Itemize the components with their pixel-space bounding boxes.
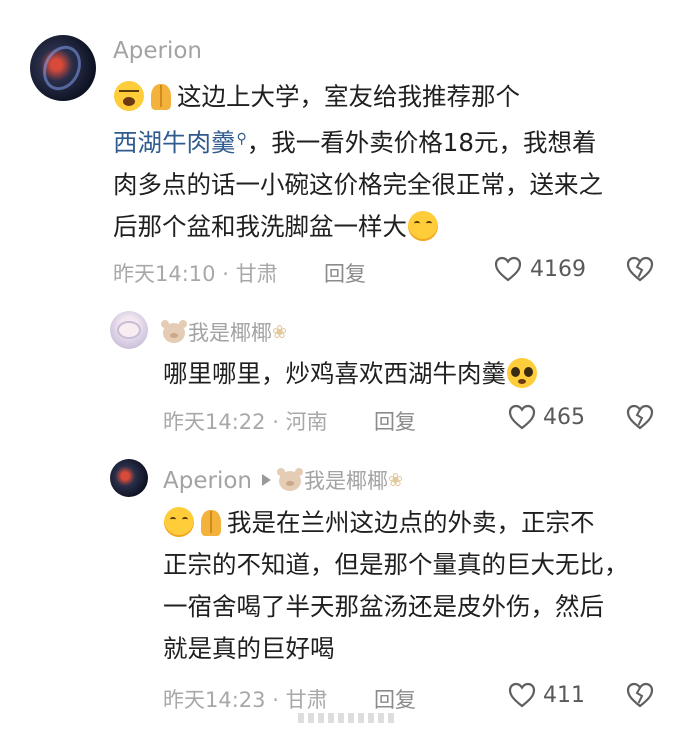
comment-text-line: 哪里哪里，炒鸡喜欢西湖牛肉羹 — [163, 359, 506, 388]
reply-arrow-icon — [261, 474, 271, 486]
separator: · — [272, 410, 279, 434]
reply-button[interactable]: 回复 — [374, 684, 416, 714]
username[interactable]: Aperion — [163, 468, 252, 494]
avatar[interactable] — [110, 459, 148, 497]
bear-icon — [161, 320, 185, 343]
comment-text-line: 正宗的不知道，但是那个量真的巨大无比， — [163, 550, 629, 579]
search-icon: ⚲ — [236, 131, 247, 147]
crying-face-emoji-icon — [114, 81, 144, 111]
like-count: 465 — [543, 405, 585, 430]
username[interactable]: Aperion — [113, 38, 202, 64]
comment-text-line: 我是在兰州这边点的外卖，正宗不 — [227, 508, 595, 537]
butterfly-icon: ❀ — [272, 322, 288, 343]
like-count: 411 — [543, 683, 585, 708]
butterfly-icon: ❀ — [387, 470, 404, 491]
comment-text: 哪里哪里，炒鸡喜欢西湖牛肉羹 — [163, 353, 663, 395]
username[interactable]: 我是椰椰❀ — [161, 317, 288, 347]
broken-heart-icon[interactable] — [626, 404, 654, 430]
comment-text-line: 就是真的巨好喝 — [163, 634, 335, 663]
reply-button[interactable]: 回复 — [374, 406, 416, 436]
search-link[interactable]: 西湖牛肉羹 — [113, 128, 236, 157]
watermark — [298, 713, 398, 723]
smiling-face-emoji-icon — [408, 211, 438, 241]
comment-text-line: 这边上大学，室友给我推荐那个 — [177, 82, 520, 111]
reply-to-username-text: 我是椰椰 — [303, 469, 388, 493]
pleading-face-emoji-icon — [507, 358, 537, 388]
comment-text-line: 一宿舍喝了半天那盆汤还是皮外伤，然后 — [163, 592, 604, 621]
like-count: 4169 — [530, 257, 586, 282]
folded-hands-emoji-icon — [146, 81, 176, 111]
location: 甘肃 — [285, 688, 328, 712]
timestamp: 昨天14:22 — [163, 410, 266, 434]
comment-text: 这边上大学，室友给我推荐那个 西湖牛肉羹⚲，我一看外卖价格18元，我想着 肉多点… — [113, 76, 673, 248]
heart-icon[interactable] — [508, 404, 536, 430]
bear-icon — [276, 468, 301, 491]
folded-hands-emoji-icon — [196, 507, 226, 537]
heart-icon[interactable] — [494, 256, 522, 282]
comment-text-line: ，我一看外卖价格18元，我想着 — [246, 128, 597, 157]
comment-text-line: 肉多点的话一小碗这价格完全很正常，送来之 — [113, 170, 603, 199]
reply-to-username[interactable]: 我是椰椰❀ — [276, 468, 404, 493]
comment-text: 我是在兰州这边点的外卖，正宗不 正宗的不知道，但是那个量真的巨大无比， 一宿舍喝… — [163, 502, 683, 670]
reply-button[interactable]: 回复 — [324, 258, 366, 288]
comment-meta: 昨天14:22 · 河南 — [163, 406, 328, 436]
username-row: Aperion 我是椰椰❀ — [163, 465, 403, 495]
username-text: 我是椰椰 — [188, 321, 272, 345]
heart-icon[interactable] — [508, 682, 536, 708]
separator: · — [222, 262, 229, 286]
separator: · — [272, 688, 279, 712]
timestamp: 昨天14:10 — [113, 262, 216, 286]
broken-heart-icon[interactable] — [626, 256, 654, 282]
smiling-face-emoji-icon — [164, 507, 194, 537]
broken-heart-icon[interactable] — [626, 682, 654, 708]
comment-meta: 昨天14:10 · 甘肃 — [113, 258, 278, 288]
avatar[interactable] — [30, 35, 96, 101]
comment-meta: 昨天14:23 · 甘肃 — [163, 684, 328, 714]
location: 河南 — [285, 410, 328, 434]
comment-text-line: 后那个盆和我洗脚盆一样大 — [113, 212, 407, 241]
location: 甘肃 — [235, 262, 278, 286]
avatar[interactable] — [110, 311, 148, 349]
timestamp: 昨天14:23 — [163, 688, 266, 712]
